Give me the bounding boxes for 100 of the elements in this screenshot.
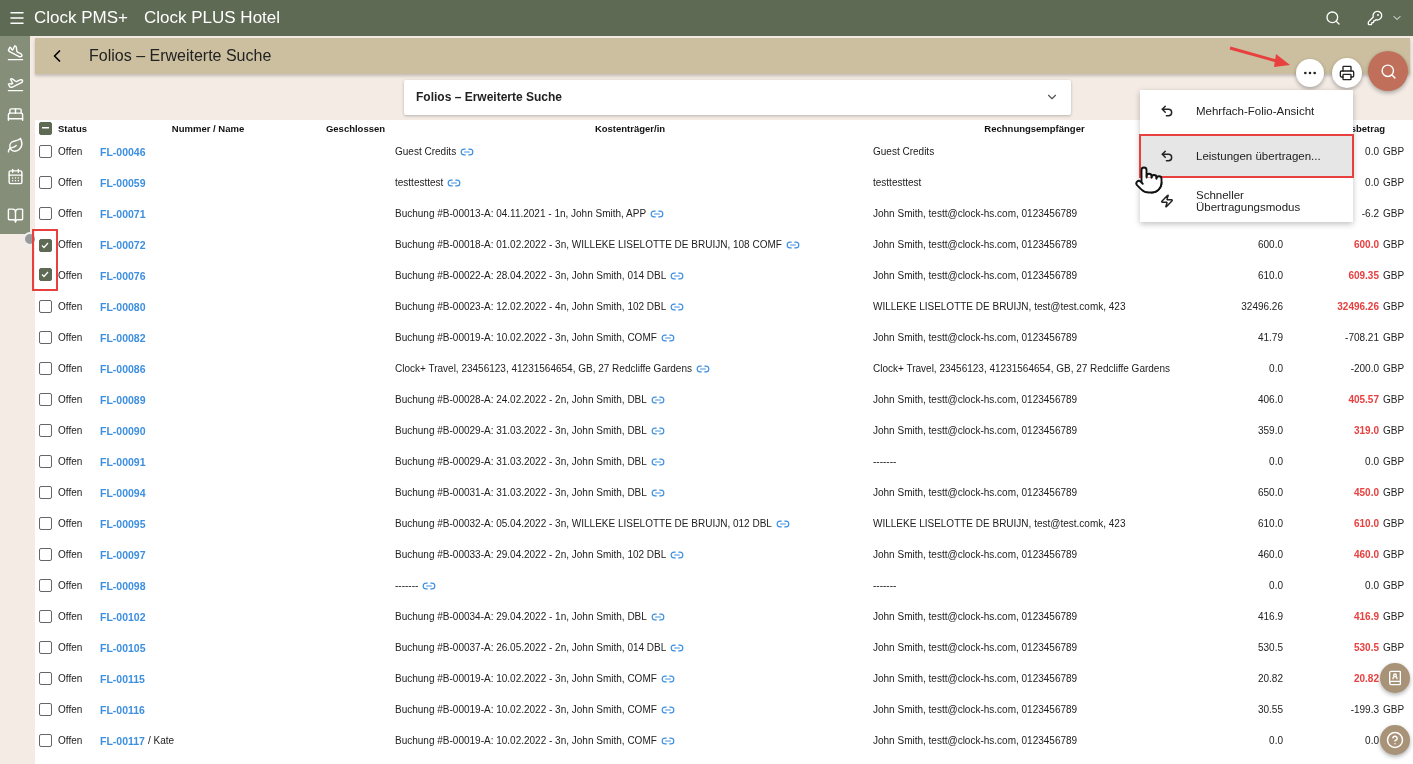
recipient-text: John Smith, testt@clock-hs.com, 0123456789 [873,642,1078,653]
folio-link[interactable]: FL-00059 [100,176,146,189]
recipient-text: John Smith, testt@clock-hs.com, 0123456789 [873,394,1078,405]
folio-link[interactable]: FL-00116 [100,703,145,716]
menu-icon[interactable] [8,9,26,27]
status-text: Offen [58,611,84,622]
currency-text: GBP [1383,487,1405,498]
select-all-checkbox[interactable] [38,121,52,135]
amount-text: 600.0 [1256,239,1284,250]
row-checkbox[interactable] [38,672,52,685]
folio-link[interactable]: FL-00102 [100,610,146,623]
balance-text: -6.2 [1361,208,1379,219]
currency-text: GBP [1383,394,1405,405]
recipient-text: John Smith, testt@clock-hs.com, 0123456789 [873,239,1078,250]
row-checkbox[interactable] [38,486,52,499]
folio-link[interactable]: FL-00046 [100,145,146,158]
folio-link[interactable]: FL-00076 [100,269,146,282]
row-checkbox[interactable] [38,239,52,252]
folio-link[interactable]: FL-00072 [100,238,146,251]
page-title: Folios – Erweiterte Suche [89,47,272,65]
row-checkbox[interactable] [38,455,52,468]
currency-text: GBP [1383,425,1405,436]
folio-link[interactable]: FL-00082 [100,331,146,344]
amount-text: 460.0 [1256,549,1284,560]
balance-text: 610.0 [1353,518,1379,529]
plane-takeoff-icon[interactable] [6,75,24,92]
balance-text: 32496.26 [1337,301,1379,312]
recipient-text: John Smith, testt@clock-hs.com, 0123456789 [873,704,1078,715]
menu-item[interactable]: Leistungen übertragen... [1140,135,1353,177]
payer-text: Buchung #B-00034-A: 29.04.2022 - 1n, John Smith, DBL [395,611,647,622]
balance-text: 0.0 [1365,177,1379,188]
plane-landing-icon[interactable] [6,44,24,61]
row-checkbox[interactable] [38,517,52,530]
row-checkbox[interactable] [38,145,52,158]
currency-text: GBP [1383,208,1405,219]
row-checkbox[interactable] [38,610,52,623]
payer-text: Buchung #B-00033-A: 29.04.2022 - 2n, John Smith, 102 DBL [395,549,667,560]
menu-item[interactable]: Schneller Übertragungsmodus [1140,180,1353,222]
folio-link[interactable]: FL-00095 [100,517,146,530]
row-checkbox[interactable] [38,703,52,716]
folio-link[interactable]: FL-00098 [100,579,146,592]
folio-link[interactable]: FL-00097 [100,548,146,561]
print-button[interactable] [1332,58,1362,88]
amount-text: 359.0 [1256,425,1284,436]
flash-icon [1160,194,1174,208]
row-checkbox[interactable] [38,579,52,592]
row-checkbox[interactable] [38,424,52,437]
payer-text: Buchung #B-00019-A: 10.02.2022 - 3n, John Smith, COMF [395,735,657,746]
balance-text: 405.57 [1348,394,1379,405]
row-checkbox[interactable] [38,300,52,313]
row-checkbox[interactable] [38,331,52,344]
status-text: Offen [58,146,84,157]
more-button[interactable] [1296,59,1324,87]
search-icon[interactable] [1325,10,1341,26]
currency-text: GBP [1383,456,1405,467]
folio-link[interactable]: FL-00089 [100,393,146,406]
folio-link[interactable]: FL-00117 [100,734,145,747]
balance-text: 20.82 [1353,673,1379,684]
folio-name: / Kate [147,735,175,746]
row-checkbox[interactable] [38,548,52,561]
amount-text: 0.0 [1268,735,1284,746]
search-icon [1379,62,1397,80]
row-checkbox[interactable] [38,393,52,406]
menu-item[interactable]: Mehrfach-Folio-Ansicht [1140,90,1353,132]
folio-link[interactable]: FL-00071 [100,207,146,220]
row-checkbox[interactable] [38,734,52,747]
amount-text: 610.0 [1256,518,1284,529]
folio-link[interactable]: FL-00094 [100,486,146,499]
currency-text: GBP [1383,332,1405,343]
row-checkbox[interactable] [38,362,52,375]
key-icon[interactable] [1367,10,1383,26]
payer-text: Buchung #B-00019-A: 10.02.2022 - 3n, John Smith, COMF [395,332,657,343]
balance-text: -708.21 [1345,332,1379,343]
currency-text: GBP [1383,301,1405,312]
status-text: Offen [58,301,84,312]
folio-link[interactable]: FL-00086 [100,362,146,375]
payer-text: Buchung #B-00013-A: 04.11.2021 - 1n, John Smith, APP [395,208,647,219]
book-icon[interactable] [6,207,24,224]
recipient-text: John Smith, testt@clock-hs.com, 0123456789 [873,270,1078,281]
minus-icon [41,127,49,129]
recipient-text: Clock+ Travel, 23456123, 41231564654, GB, 27 Redcliffe Gardens [873,363,1170,374]
filter-panel[interactable]: Folios – Erweiterte Suche [404,79,1071,115]
folio-link[interactable]: FL-00115 [100,672,145,685]
status-text: Offen [58,394,84,405]
row-checkbox[interactable] [38,207,52,220]
folio-link[interactable]: FL-00105 [100,641,146,654]
payer-text: Buchung #B-00018-A: 01.02.2022 - 3n, WILLEKE LISELOTTE DE BRUIJN, 108 COMF [395,239,782,250]
folio-link[interactable]: FL-00090 [100,424,146,437]
calendar-icon[interactable] [6,168,24,185]
folio-link[interactable]: FL-00091 [100,455,146,468]
search-button[interactable] [1368,51,1408,91]
folio-link[interactable]: FL-00080 [100,300,146,313]
row-checkbox[interactable] [38,268,52,281]
bed-icon[interactable] [6,106,24,123]
row-checkbox[interactable] [38,641,52,654]
recipient-text: John Smith, testt@clock-hs.com, 0123456789 [873,735,1078,746]
row-checkbox[interactable] [38,176,52,189]
recipient-text: WILLEKE LISELOTTE DE BRUIJN, test@test.comk, 423 [873,518,1126,529]
leaf-icon[interactable] [6,137,24,154]
amount-text: 0.0 [1268,580,1284,591]
